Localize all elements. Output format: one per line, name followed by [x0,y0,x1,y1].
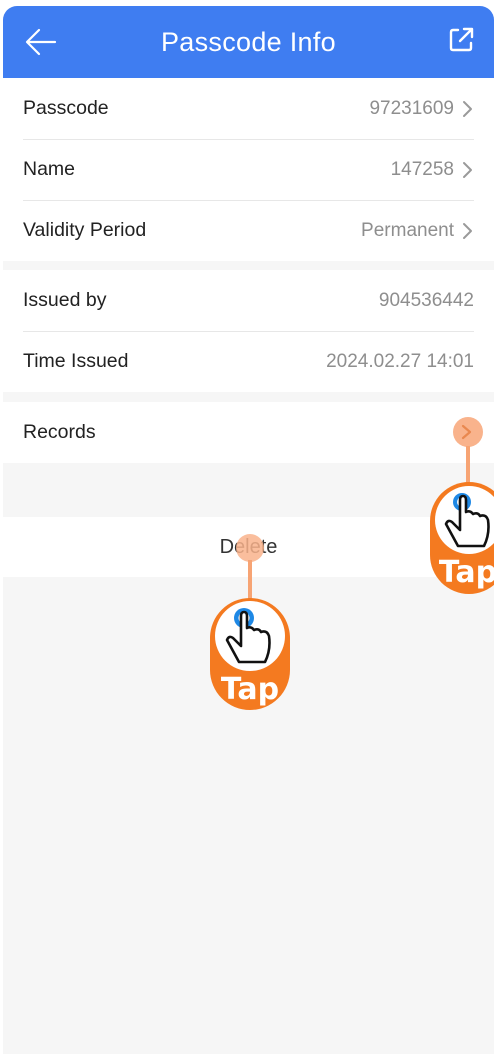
chevron-right-icon [463,222,472,239]
issued-by-label: Issued by [23,289,107,311]
back-arrow-icon[interactable] [23,24,59,60]
passcode-row[interactable]: Passcode 97231609 [3,78,494,139]
records-row[interactable]: Records [3,402,494,463]
issued-by-row: Issued by 904536442 [3,270,494,331]
records-group: Records [3,402,494,463]
validity-period-value: Permanent [361,219,454,241]
name-label: Name [23,158,76,180]
time-issued-label: Time Issued [23,350,129,372]
issued-by-value: 904536442 [378,289,474,311]
chevron-right-icon [463,100,472,117]
name-value: 147258 [390,158,454,180]
issue-details-group: Issued by 904536442 Time Issued 2024.02.… [3,270,494,392]
tap-hint-delete-label: Tap [221,672,279,707]
records-label: Records [23,421,96,443]
time-issued-row: Time Issued 2024.02.27 14:01 [3,331,494,392]
passcode-details-group: Passcode 97231609 Name 147258 Validity P… [3,78,494,261]
passcode-info-screen: Passcode Info Passcode 97231609 Name 147… [3,6,494,1054]
name-row[interactable]: Name 147258 [3,139,494,200]
passcode-value: 97231609 [369,97,454,119]
chevron-right-icon [463,424,472,441]
validity-period-row[interactable]: Validity Period Permanent [3,200,494,261]
time-issued-value: 2024.02.27 14:01 [326,350,474,372]
external-link-icon[interactable] [446,25,476,55]
delete-label: Delete [219,535,278,558]
passcode-label: Passcode [23,97,109,119]
validity-period-label: Validity Period [23,219,147,241]
page-title: Passcode Info [160,26,336,57]
delete-button[interactable]: Delete [3,517,494,577]
app-header: Passcode Info [3,6,494,78]
chevron-right-icon [463,161,472,178]
